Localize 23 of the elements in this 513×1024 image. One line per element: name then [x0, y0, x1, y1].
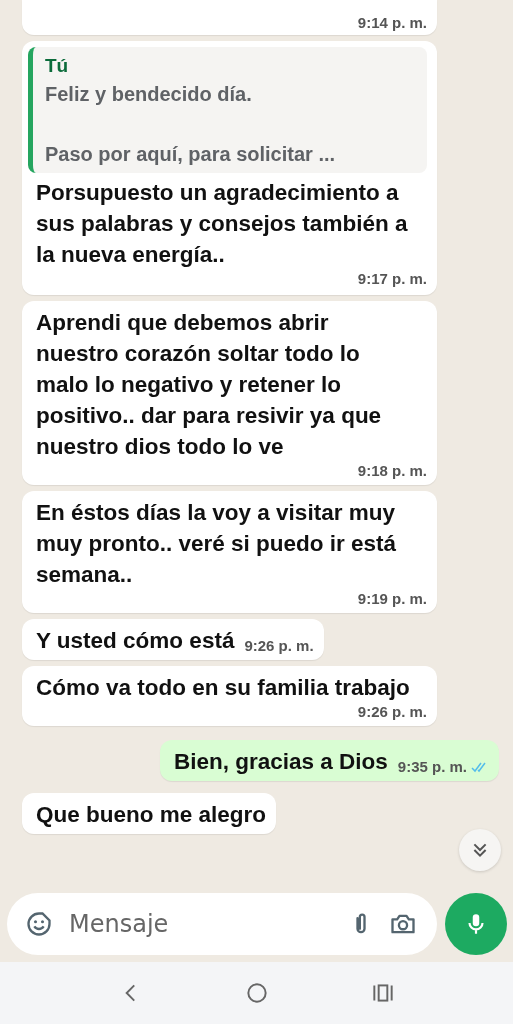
- sticker-icon: [25, 910, 53, 938]
- double-chevron-down-icon: [471, 841, 489, 859]
- message-text: Y usted cómo está: [36, 627, 235, 655]
- message-text: Aprendi que debemos abrir nuestro corazón soltar todo lo malo lo negativo y retener lo positivo.. dar para resivir ya que nuestro dios todo lo ve: [36, 309, 383, 461]
- message-text: Cómo va todo en su familia trabajo: [36, 674, 410, 702]
- quoted-message[interactable]: Tú Feliz y bendecido día. Paso por aquí, para solicitar ...: [28, 47, 427, 173]
- message-time: 9:19 p. m.: [357, 590, 427, 607]
- quote-text: Feliz y bendecido día.: [45, 82, 253, 107]
- scroll-down-button[interactable]: [459, 829, 501, 871]
- quote-text: Paso por aquí, para solicitar ...: [45, 142, 337, 167]
- message-text: Porsupuesto un agradecimiento a sus palabras y consejos también a la nueva energía..: [35, 179, 409, 269]
- message-field[interactable]: Mensaje: [7, 893, 437, 955]
- quote-author: Tú: [45, 54, 70, 78]
- message-input[interactable]: Mensaje: [67, 909, 333, 939]
- message-text: En éstos días la voy a visitar muy muy pronto.. veré si puedo ir está semana..: [36, 499, 398, 589]
- message-text: Bien, gracias a Dios: [173, 748, 388, 776]
- message-time: 9:18 p. m.: [357, 462, 427, 479]
- message-time: 9:14 p. m.: [357, 14, 427, 31]
- message-time: 9:26 p. m.: [244, 637, 314, 654]
- message-time: 9:35 p. m.: [397, 758, 467, 775]
- message-time: 9:17 p. m.: [357, 270, 427, 287]
- message-time: 9:26 p. m.: [357, 703, 427, 720]
- message-text: Que bueno me alegro: [36, 801, 267, 829]
